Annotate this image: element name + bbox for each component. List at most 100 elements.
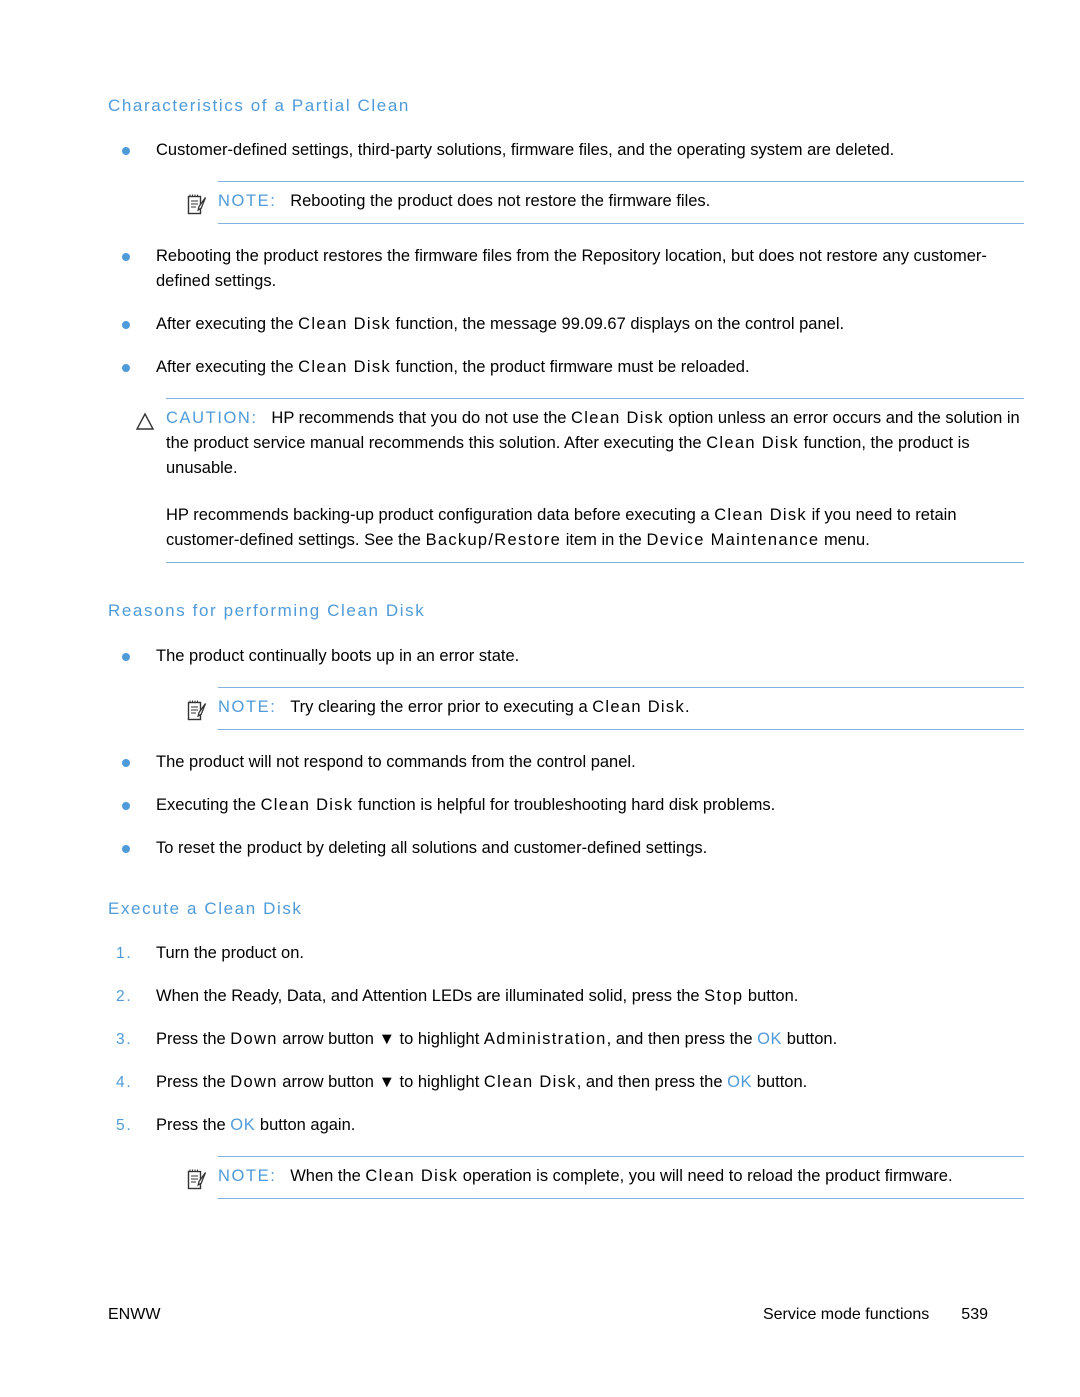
step-text: button again. bbox=[255, 1116, 356, 1135]
ui-literal: Administration bbox=[483, 1030, 607, 1049]
ui-literal-device-maintenance: Device Maintenance bbox=[646, 531, 820, 550]
step-text: to highlight bbox=[394, 1073, 484, 1092]
ui-literal: Stop bbox=[704, 987, 744, 1006]
bullet-text-post: function, the product firmware must be r… bbox=[390, 358, 750, 377]
footer-locale-label: ENWW bbox=[108, 1306, 161, 1323]
step-number: 5. bbox=[116, 1117, 133, 1135]
list-item: After executing the Clean Disk function,… bbox=[108, 355, 988, 380]
step-text: Press the bbox=[156, 1073, 231, 1092]
ui-literal-ok: OK bbox=[757, 1030, 783, 1049]
list-item: 3. Press the Down arrow button ▼ to highl… bbox=[108, 1027, 988, 1052]
note-text-pre: When the bbox=[290, 1167, 366, 1186]
note-label: NOTE: bbox=[218, 192, 277, 211]
bullet-text-pre: To reset the product by deleting all sol… bbox=[156, 838, 708, 857]
list-item: The product will not respond to commands… bbox=[108, 750, 988, 775]
bullet-text-pre: Customer-defined settings, third-party s… bbox=[156, 141, 895, 160]
list-item: Executing the Clean Disk function is hel… bbox=[108, 793, 988, 818]
ui-literal-clean-disk: Clean Disk bbox=[714, 506, 807, 525]
list-item: 4. Press the Down arrow button ▼ to highl… bbox=[108, 1070, 988, 1095]
note-text-pre: Try clearing the error prior to executin… bbox=[290, 697, 593, 716]
caution-p2-a: HP recommends backing-up product configu… bbox=[166, 506, 715, 525]
note-rule-box: NOTE: Try clearing the error prior to ex… bbox=[218, 686, 1024, 730]
ui-literal-clean-disk: Clean Disk bbox=[592, 697, 685, 716]
ui-literal-clean-disk: Clean Disk bbox=[365, 1167, 459, 1186]
note-body: NOTE: Rebooting the product does not res… bbox=[218, 189, 1024, 214]
note-body: NOTE: Try clearing the error prior to ex… bbox=[218, 695, 1024, 720]
list-item: Customer-defined settings, third-party s… bbox=[108, 138, 988, 163]
list-item: Rebooting the product restores the firmw… bbox=[108, 244, 988, 294]
reasons-bullet-list-continued: The product will not respond to commands… bbox=[108, 750, 988, 861]
footer-section-title: Service mode functions bbox=[762, 1306, 930, 1323]
footer-right: Service mode functions 539 bbox=[763, 1306, 988, 1324]
ui-literal-clean-disk: Clean Disk bbox=[298, 358, 391, 377]
ui-literal: Clean Disk bbox=[483, 1073, 577, 1092]
step-text: button. bbox=[782, 1030, 838, 1049]
note-clipboard-icon bbox=[186, 1168, 208, 1192]
ui-literal-clean-disk: Clean Disk bbox=[260, 795, 354, 814]
bullet-text-pre: The product continually boots up in an e… bbox=[156, 646, 520, 665]
step-text: button. bbox=[743, 987, 799, 1006]
page-footer: ENWW Service mode functions 539 bbox=[108, 1306, 988, 1324]
characteristics-bullet-list: Customer-defined settings, third-party s… bbox=[108, 138, 988, 163]
caution-block: CAUTION: HP recommends that you do not u… bbox=[130, 398, 1024, 564]
execute-steps-list: 1. Turn the product on. 2. When the Ready, … bbox=[108, 941, 988, 1138]
ui-literal: Down bbox=[230, 1073, 278, 1092]
step-text: , and then press the bbox=[606, 1030, 758, 1049]
note-label: NOTE: bbox=[218, 697, 277, 716]
step-number: 4. bbox=[116, 1074, 133, 1092]
step-text: , and then press the bbox=[576, 1073, 728, 1092]
list-item: The product continually boots up in an e… bbox=[108, 644, 988, 669]
note-rule-box: NOTE: Rebooting the product does not res… bbox=[218, 181, 1024, 225]
bullet-text-post: function is helpful for troubleshooting … bbox=[353, 795, 776, 814]
step-text: Press the bbox=[156, 1116, 231, 1135]
note-text-post: operation is complete, you will need to … bbox=[458, 1167, 953, 1186]
reasons-bullet-list: The product continually boots up in an e… bbox=[108, 644, 988, 669]
down-arrow-icon: ▼ bbox=[378, 1030, 395, 1049]
list-item: 1. Turn the product on. bbox=[108, 941, 988, 966]
bullet-text-pre: After executing the bbox=[156, 358, 299, 377]
page-content: Characteristics of a Partial Clean Custo… bbox=[108, 96, 1024, 1219]
bullet-text-pre: After executing the bbox=[156, 315, 299, 334]
ui-literal-backup-restore: Backup/Restore bbox=[425, 531, 562, 550]
ui-literal-ok: OK bbox=[727, 1073, 753, 1092]
page-number: 539 bbox=[961, 1306, 988, 1323]
heading-characteristics-of-a-partial-clean: Characteristics of a Partial Clean bbox=[108, 96, 410, 115]
list-item: 2. When the Ready, Data, and Attention LE… bbox=[108, 984, 988, 1009]
ui-literal-clean-disk: Clean Disk bbox=[571, 409, 664, 428]
step-text: arrow button bbox=[277, 1073, 379, 1092]
step-text: Turn the product on. bbox=[156, 944, 304, 963]
caution-body: CAUTION: HP recommends that you do not u… bbox=[166, 406, 1024, 553]
list-item: 5. Press the OK button again. bbox=[108, 1113, 988, 1138]
caution-p2-d: menu. bbox=[819, 531, 870, 550]
caution-label: CAUTION: bbox=[166, 409, 258, 428]
step-text: Press the bbox=[156, 1030, 231, 1049]
note-text-post: . bbox=[685, 697, 690, 716]
document-page: Characteristics of a Partial Clean Custo… bbox=[0, 0, 1080, 1397]
ui-literal: Down bbox=[230, 1030, 278, 1049]
caution-p1-a: HP recommends that you do not use the bbox=[271, 409, 572, 428]
caution-paragraph-1: CAUTION: HP recommends that you do not u… bbox=[166, 406, 1024, 481]
caution-rule-box: CAUTION: HP recommends that you do not u… bbox=[166, 398, 1024, 564]
ui-literal-clean-disk: Clean Disk bbox=[706, 434, 799, 453]
note-body: NOTE: When the Clean Disk operation is c… bbox=[218, 1164, 1024, 1189]
down-arrow-icon: ▼ bbox=[378, 1073, 395, 1092]
characteristics-bullet-list-continued: Rebooting the product restores the firmw… bbox=[108, 244, 988, 380]
note-block-clear-error: NOTE: Try clearing the error prior to ex… bbox=[182, 686, 1024, 730]
list-item: After executing the Clean Disk function,… bbox=[108, 312, 988, 337]
step-text: button. bbox=[752, 1073, 808, 1092]
bullet-text-pre: Rebooting the product restores the firmw… bbox=[156, 247, 987, 291]
note-rule-box: NOTE: When the Clean Disk operation is c… bbox=[218, 1156, 1024, 1200]
bullet-text-pre: The product will not respond to commands… bbox=[156, 752, 636, 771]
bullet-text-post: function, the message 99.09.67 displays … bbox=[390, 315, 845, 334]
note-clipboard-icon bbox=[186, 699, 208, 723]
note-block-reboot: NOTE: Rebooting the product does not res… bbox=[182, 181, 1024, 225]
caution-triangle-icon bbox=[134, 410, 156, 434]
note-block-reload-firmware: NOTE: When the Clean Disk operation is c… bbox=[182, 1156, 1024, 1200]
step-text: arrow button bbox=[277, 1030, 379, 1049]
caution-paragraph-2: HP recommends backing-up product configu… bbox=[166, 503, 1024, 553]
step-number: 1. bbox=[116, 945, 133, 963]
ui-literal-clean-disk: Clean Disk bbox=[298, 315, 391, 334]
heading-execute-a-clean-disk: Execute a Clean Disk bbox=[108, 898, 303, 918]
note-text: Rebooting the product does not restore t… bbox=[290, 192, 711, 211]
heading-reasons-for-performing-clean-disk: Reasons for performing Clean Disk bbox=[108, 601, 426, 621]
